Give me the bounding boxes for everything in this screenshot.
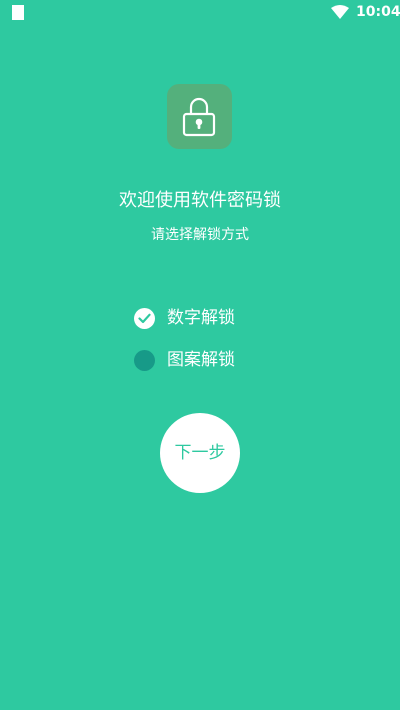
choose-method-subtitle: 请选择解锁方式 — [151, 227, 249, 243]
status-bar: 10:04 — [0, 0, 400, 24]
wifi-icon — [331, 5, 349, 19]
status-time: 10:04 — [356, 4, 400, 20]
welcome-title: 欢迎使用软件密码锁 — [119, 190, 281, 211]
checkmark-icon — [138, 313, 151, 323]
option-pattern-unlock[interactable]: 图案解锁 — [134, 348, 235, 372]
option-digit-unlock[interactable]: 数字解锁 — [134, 306, 235, 330]
sim-card-icon — [12, 5, 24, 20]
padlock-icon — [182, 97, 216, 137]
option-label: 数字解锁 — [167, 308, 235, 328]
next-step-button[interactable]: 下一步 — [160, 413, 240, 493]
checked-radio-icon[interactable] — [134, 307, 155, 329]
unchecked-radio-icon[interactable] — [134, 349, 155, 371]
app-lock-icon-tile — [167, 84, 232, 149]
option-label: 图案解锁 — [167, 350, 235, 370]
